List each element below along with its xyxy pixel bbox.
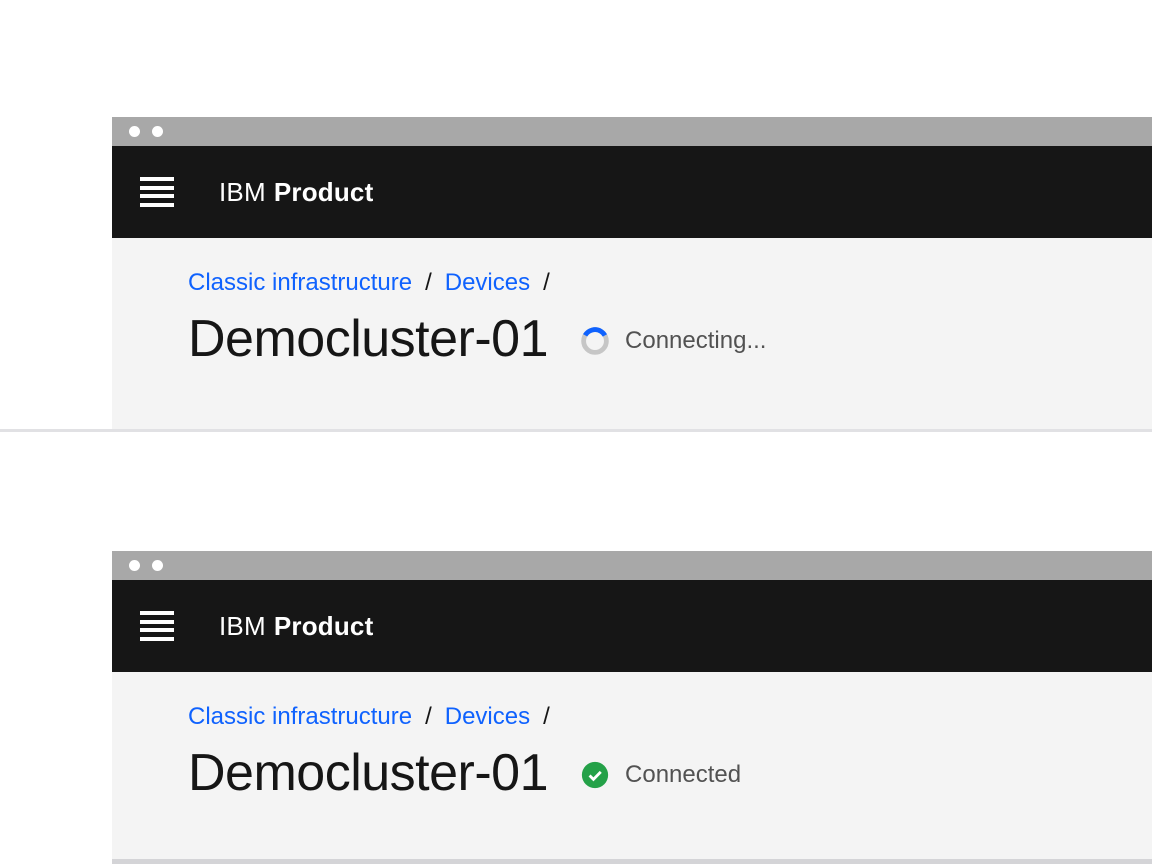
menu-icon-line	[140, 203, 174, 207]
menu-icon-line	[140, 186, 174, 190]
breadcrumb-separator: /	[543, 702, 550, 732]
breadcrumb-link-classic-infrastructure[interactable]: Classic infrastructure	[188, 702, 412, 732]
figure-canvas: IBM Product Classic infrastructure / Devi…	[0, 0, 1152, 864]
breadcrumb-link-devices[interactable]: Devices	[445, 702, 530, 732]
title-row: Democluster-01 Connected	[188, 742, 1152, 804]
product-header: IBM Product	[112, 580, 1152, 672]
menu-icon[interactable]	[140, 611, 174, 641]
menu-icon-line	[140, 177, 174, 181]
breadcrumb-separator: /	[425, 268, 432, 298]
menu-icon-line	[140, 611, 174, 615]
window-connected: IBM Product Classic infrastructure / Devi…	[112, 551, 1152, 864]
page-title: Democluster-01	[188, 308, 548, 370]
status-connecting: Connecting...	[581, 327, 766, 355]
page-header-area: Classic infrastructure / Devices / Democ…	[112, 672, 1152, 859]
page-title: Democluster-01	[188, 742, 548, 804]
breadcrumb: Classic infrastructure / Devices /	[188, 268, 1152, 298]
window-titlebar	[112, 551, 1152, 580]
header-brand: IBM Product	[219, 611, 373, 642]
menu-icon-line	[140, 637, 174, 641]
title-row: Democluster-01 Connecting...	[188, 308, 1152, 370]
window-control-dot	[152, 126, 163, 137]
product-header: IBM Product	[112, 146, 1152, 238]
menu-icon-line	[140, 194, 174, 198]
window-titlebar	[112, 117, 1152, 146]
figure-divider	[0, 429, 1152, 432]
status-label: Connecting...	[625, 327, 766, 355]
window-control-dot	[129, 126, 140, 137]
checkmark-filled-icon	[581, 761, 609, 789]
breadcrumb-link-devices[interactable]: Devices	[445, 268, 530, 298]
window-control-dot	[152, 560, 163, 571]
page-header-area: Classic infrastructure / Devices / Democ…	[112, 238, 1152, 429]
brand-name: Product	[274, 611, 374, 641]
breadcrumb-separator: /	[543, 268, 550, 298]
breadcrumb-link-classic-infrastructure[interactable]: Classic infrastructure	[188, 268, 412, 298]
menu-icon-line	[140, 620, 174, 624]
window-control-dot	[129, 560, 140, 571]
status-connected: Connected	[581, 761, 741, 789]
brand-prefix: IBM	[219, 611, 266, 641]
status-label: Connected	[625, 761, 741, 789]
header-brand: IBM Product	[219, 177, 373, 208]
brand-prefix: IBM	[219, 177, 266, 207]
breadcrumb: Classic infrastructure / Devices /	[188, 702, 1152, 732]
breadcrumb-separator: /	[425, 702, 432, 732]
menu-icon[interactable]	[140, 177, 174, 207]
brand-name: Product	[274, 177, 374, 207]
loading-spinner-icon	[581, 327, 609, 355]
window-connecting: IBM Product Classic infrastructure / Devi…	[112, 117, 1152, 429]
menu-icon-line	[140, 628, 174, 632]
